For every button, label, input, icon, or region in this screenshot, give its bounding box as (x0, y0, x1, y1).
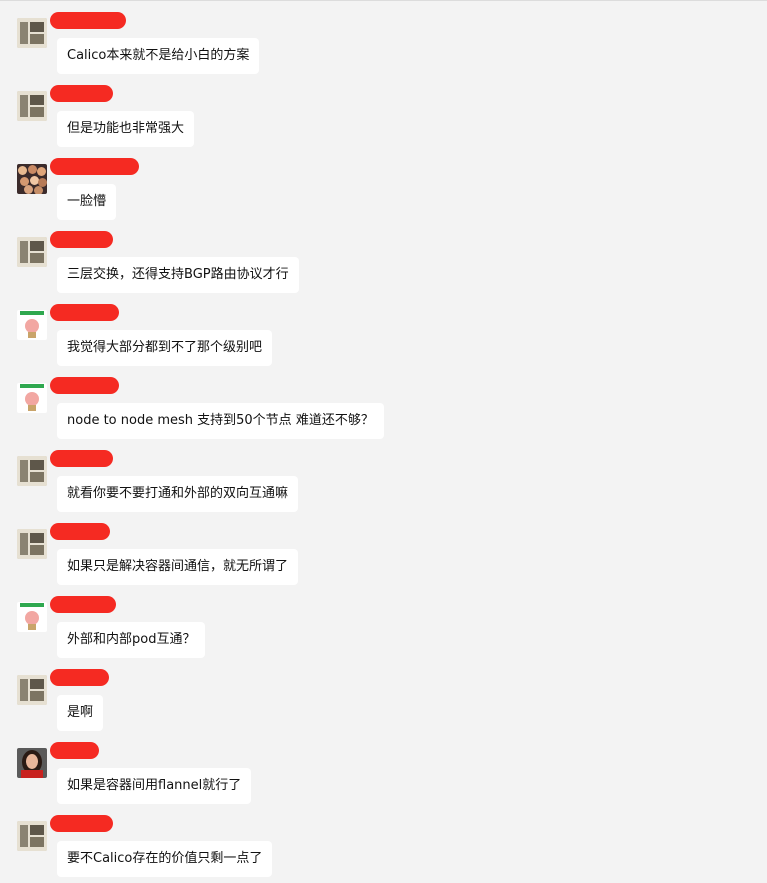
chat-history[interactable]: Calico本来就不是给小白的方案 但是功能也非常强大 一脸懵 三层交换，还得支… (0, 0, 767, 883)
redacted-sender-name (50, 158, 139, 175)
redacted-sender-name (50, 231, 113, 248)
message-item: 就看你要不要打通和外部的双向互通嘛 (0, 450, 767, 516)
redacted-sender-name (50, 85, 113, 102)
calligraphy-avatar[interactable] (17, 18, 47, 48)
message-item: 如果只是解决容器间通信，就无所谓了 (0, 523, 767, 589)
redacted-sender-name (50, 742, 99, 759)
message-item: 但是功能也非常强大 (0, 85, 767, 151)
message-bubble[interactable]: 要不Calico存在的价值只剩一点了 (57, 841, 273, 877)
cartoon-avatar[interactable] (17, 602, 47, 632)
message-bubble[interactable]: 如果是容器间用flannel就行了 (57, 768, 252, 804)
message-item: 是啊 (0, 669, 767, 735)
calligraphy-avatar[interactable] (17, 529, 47, 559)
message-item: 如果是容器间用flannel就行了 (0, 742, 767, 808)
redacted-sender-name (50, 596, 116, 613)
message-bubble[interactable]: 三层交换，还得支持BGP路由协议才行 (57, 257, 299, 293)
cartoon-avatar[interactable] (17, 383, 47, 413)
calligraphy-avatar[interactable] (17, 821, 47, 851)
redacted-sender-name (50, 450, 113, 467)
message-item: 三层交换，还得支持BGP路由协议才行 (0, 231, 767, 297)
portrait-avatar[interactable] (17, 748, 47, 778)
cartoon-avatar[interactable] (17, 310, 47, 340)
redacted-sender-name (50, 669, 109, 686)
calligraphy-avatar[interactable] (17, 456, 47, 486)
message-item: 我觉得大部分都到不了那个级别吧 (0, 304, 767, 370)
message-item: node to node mesh 支持到50个节点 难道还不够？ (0, 377, 767, 443)
message-item: 外部和内部pod互通？ (0, 596, 767, 662)
message-bubble[interactable]: 就看你要不要打通和外部的双向互通嘛 (57, 476, 299, 512)
redacted-sender-name (50, 815, 113, 832)
message-bubble[interactable]: 我觉得大部分都到不了那个级别吧 (57, 330, 273, 366)
redacted-sender-name (50, 377, 119, 394)
message-bubble[interactable]: 如果只是解决容器间通信，就无所谓了 (57, 549, 299, 585)
message-bubble[interactable]: Calico本来就不是给小白的方案 (57, 38, 260, 74)
message-bubble[interactable]: node to node mesh 支持到50个节点 难道还不够？ (57, 403, 384, 439)
message-bubble[interactable]: 一脸懵 (57, 184, 117, 220)
message-item: 一脸懵 (0, 158, 767, 224)
message-bubble[interactable]: 外部和内部pod互通？ (57, 622, 206, 658)
message-item: Calico本来就不是给小白的方案 (0, 12, 767, 78)
redacted-sender-name (50, 304, 119, 321)
calligraphy-avatar[interactable] (17, 91, 47, 121)
redacted-sender-name (50, 523, 110, 540)
message-bubble[interactable]: 但是功能也非常强大 (57, 111, 195, 147)
message-item: 要不Calico存在的价值只剩一点了 (0, 815, 767, 881)
message-bubble[interactable]: 是啊 (57, 695, 104, 731)
calligraphy-avatar[interactable] (17, 237, 47, 267)
group-photo-avatar[interactable] (17, 164, 47, 194)
calligraphy-avatar[interactable] (17, 675, 47, 705)
redacted-sender-name (50, 12, 126, 29)
